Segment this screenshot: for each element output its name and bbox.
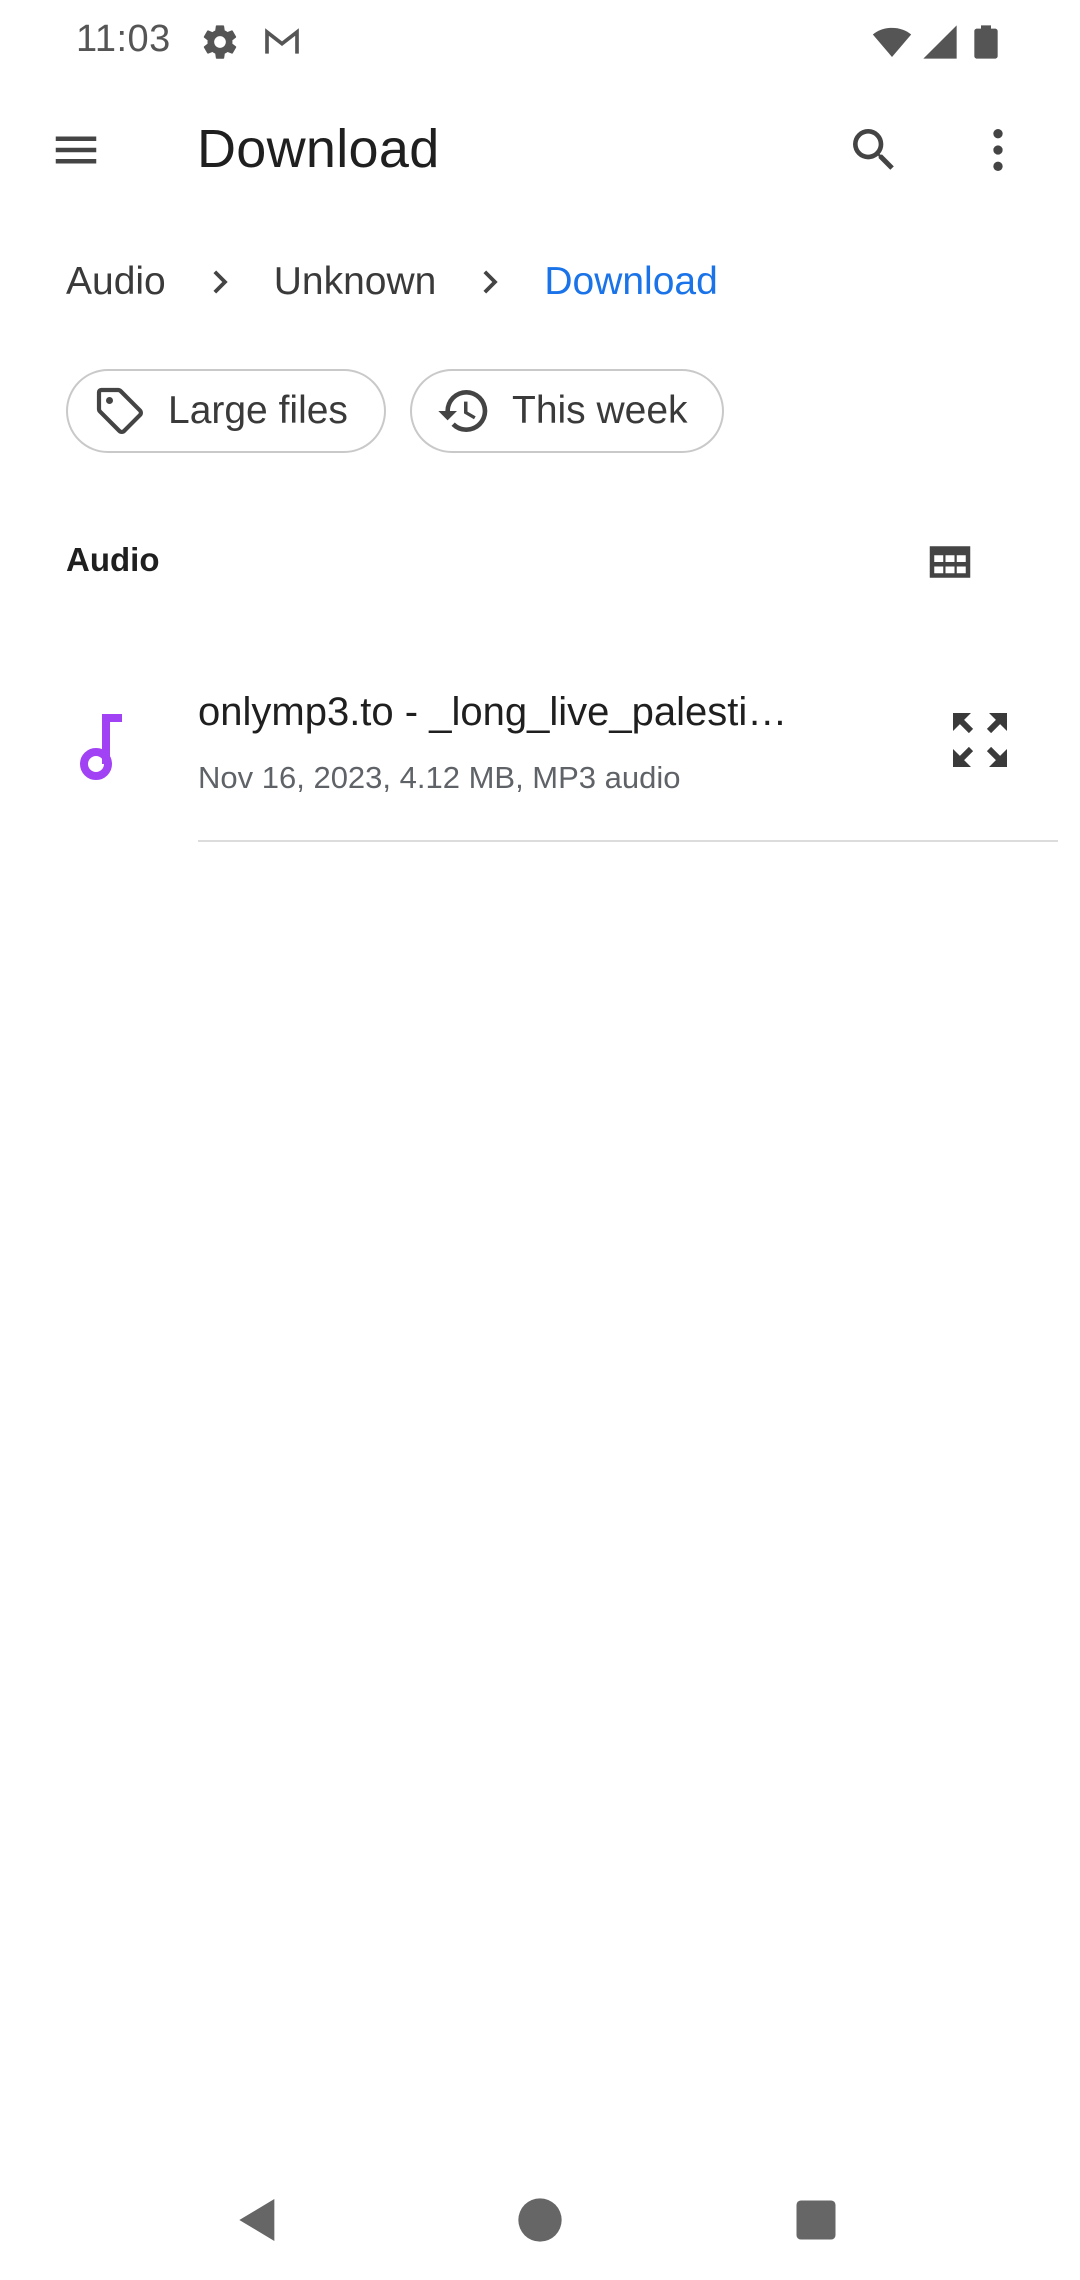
chevron-right-icon — [460, 252, 520, 312]
page-title: Download — [197, 119, 440, 179]
music-note-icon — [68, 706, 128, 782]
status-bar: 11:03 — [0, 0, 1080, 84]
history-icon — [436, 383, 492, 439]
menu-icon[interactable] — [38, 112, 114, 188]
file-meta: Nov 16, 2023, 4.12 MB, MP3 audio — [198, 760, 681, 795]
screen: 11:03 Download Audio Unknown Download La… — [0, 0, 1080, 2280]
chevron-right-icon — [190, 252, 250, 312]
section-title: Audio — [66, 541, 160, 578]
gmail-icon — [262, 22, 302, 62]
nav-bar — [0, 2160, 1080, 2280]
breadcrumb: Audio Unknown Download — [66, 250, 718, 314]
settings-icon — [200, 22, 240, 62]
back-icon[interactable] — [216, 2178, 300, 2262]
breadcrumb-item-audio[interactable]: Audio — [66, 260, 166, 304]
expand-icon[interactable] — [940, 700, 1020, 780]
divider — [198, 840, 1058, 842]
home-icon[interactable] — [498, 2178, 582, 2262]
signal-icon — [920, 22, 960, 62]
breadcrumb-item-download[interactable]: Download — [544, 260, 717, 304]
tag-icon — [92, 383, 148, 439]
filter-chips: Large files This week — [66, 369, 724, 453]
wifi-icon — [872, 22, 912, 62]
search-icon[interactable] — [836, 112, 912, 188]
recents-icon[interactable] — [774, 2178, 858, 2262]
chip-this-week[interactable]: This week — [410, 369, 724, 453]
breadcrumb-item-unknown[interactable]: Unknown — [274, 260, 437, 304]
more-vert-icon[interactable] — [960, 112, 1036, 188]
chip-large-files[interactable]: Large files — [66, 369, 386, 453]
list-item[interactable]: onlymp3.to - _long_live_palesti… Nov 16,… — [0, 660, 1080, 842]
chip-label: Large files — [168, 389, 348, 432]
status-time: 11:03 — [76, 18, 171, 60]
battery-icon — [966, 22, 1006, 62]
app-bar: Download — [0, 90, 1080, 210]
chip-label: This week — [512, 389, 688, 432]
file-name: onlymp3.to - _long_live_palesti… — [198, 690, 788, 734]
grid-view-icon[interactable] — [918, 530, 982, 594]
